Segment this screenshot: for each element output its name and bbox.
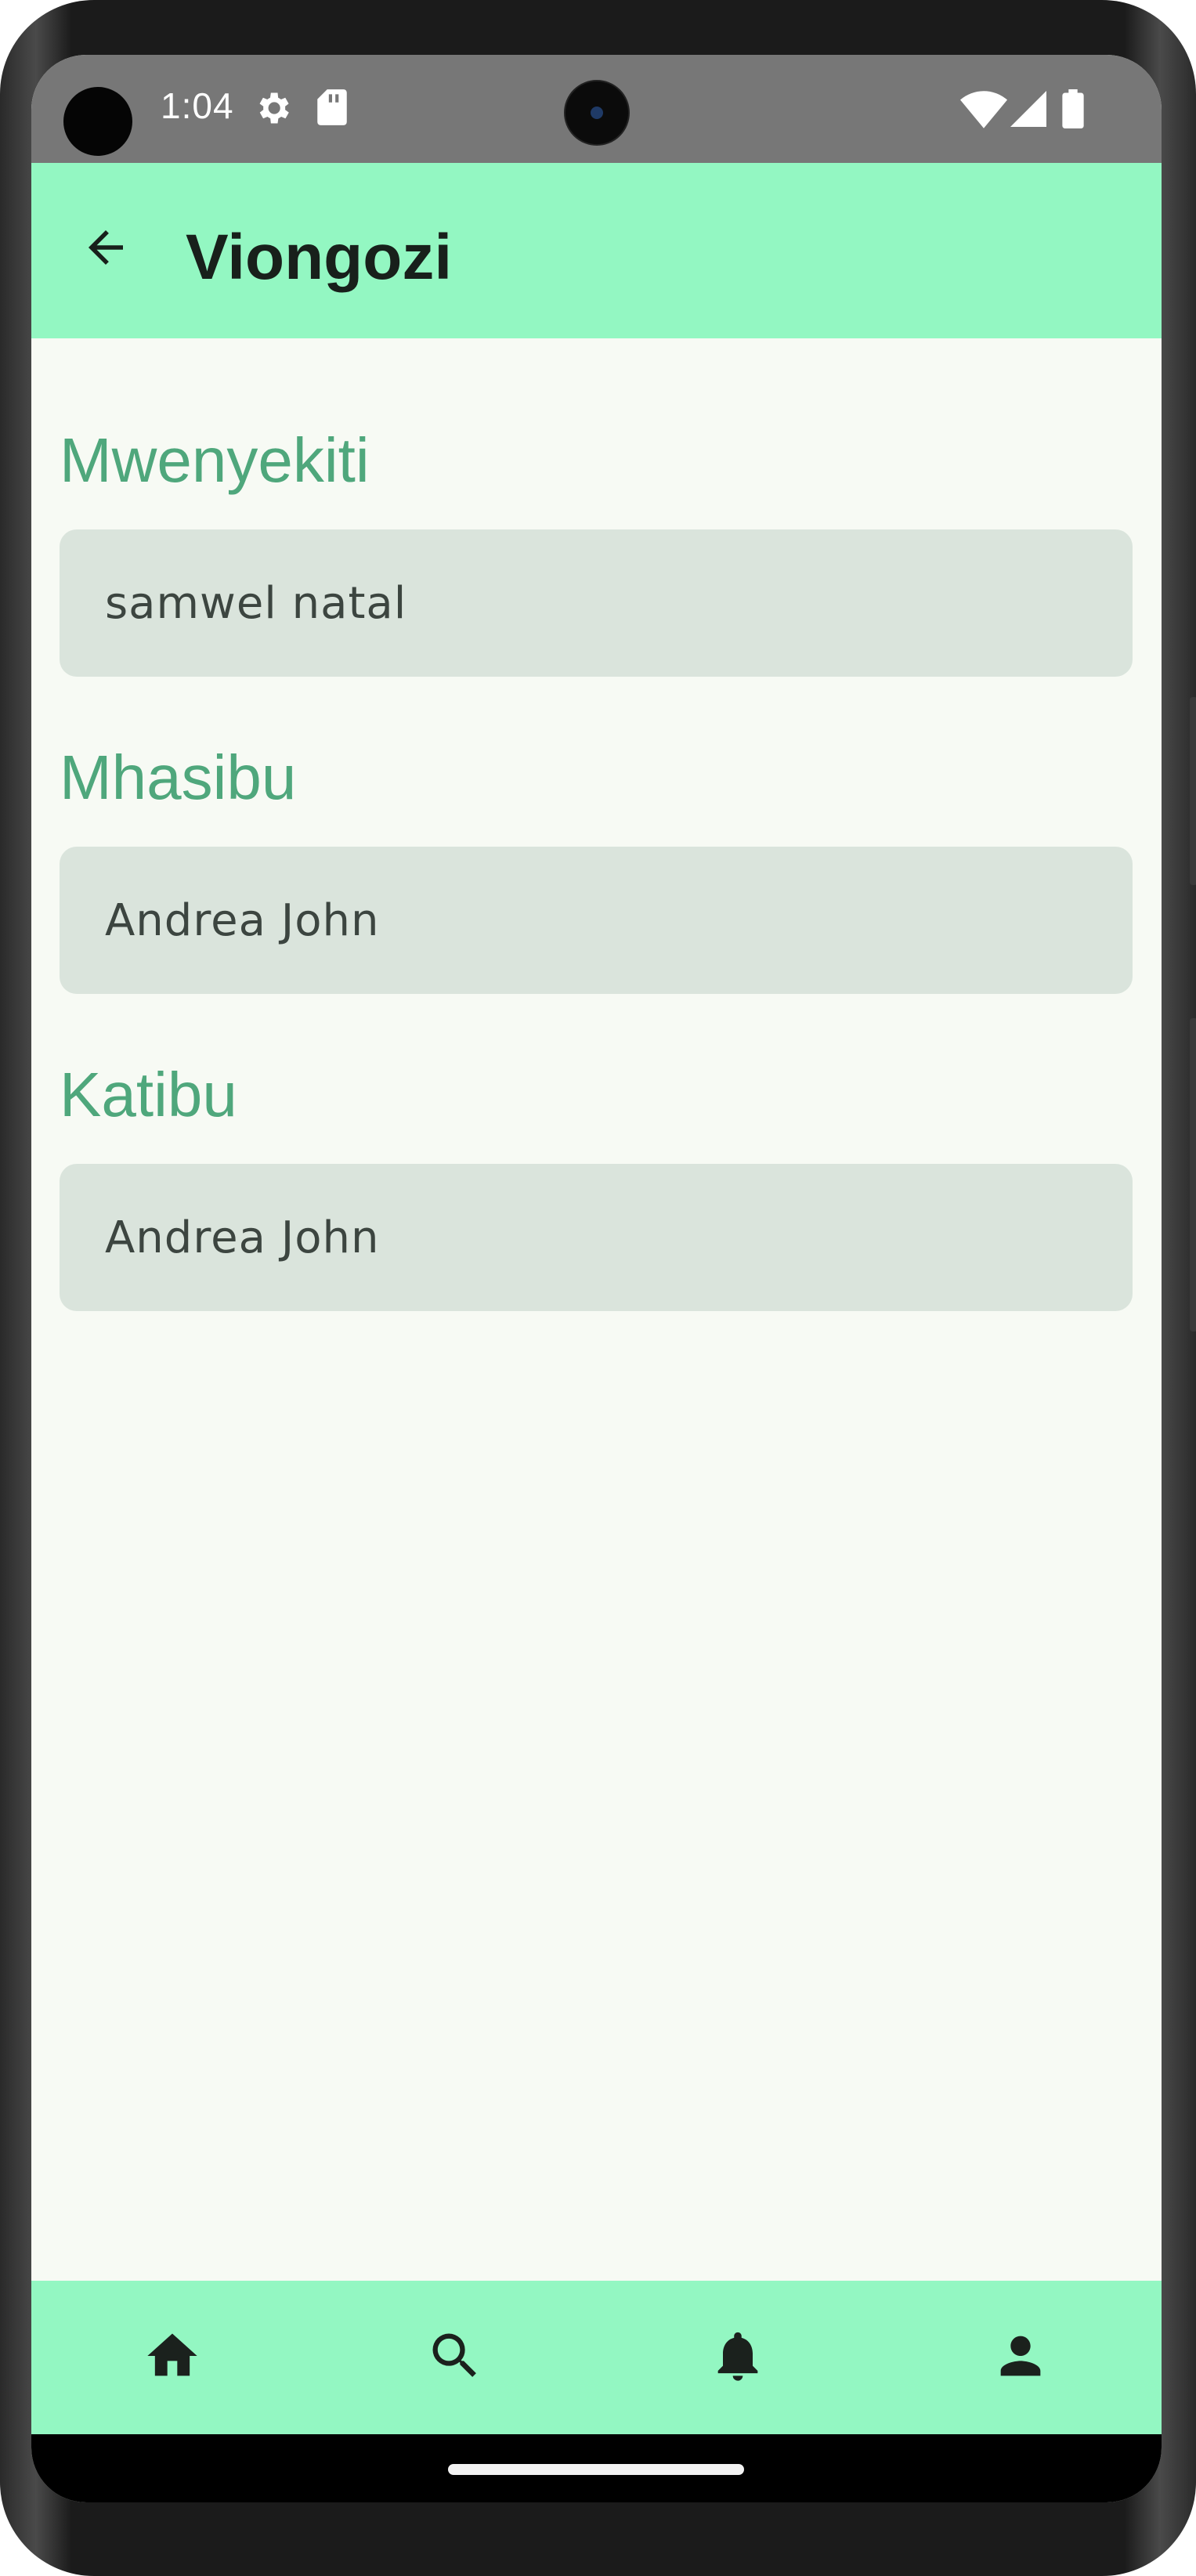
secretary-field[interactable]: Andrea John <box>60 1164 1133 1311</box>
back-button[interactable] <box>74 218 137 280</box>
secretary-label: Katibu <box>60 1060 237 1129</box>
battery-icon <box>1062 89 1084 132</box>
phone-frame: 1:04 Viongozi Mwenyekiti samwel natal Mh… <box>0 0 1196 2576</box>
settings-gear-icon <box>252 88 293 132</box>
treasurer-label: Mhasibu <box>60 742 297 812</box>
screen: 1:04 Viongozi Mwenyekiti samwel natal Mh… <box>31 55 1162 2502</box>
nav-home-button[interactable] <box>102 2287 243 2428</box>
front-camera <box>564 80 630 146</box>
arrow-back-icon <box>80 222 132 277</box>
camera-cutout <box>63 87 132 156</box>
volume-buttons <box>1190 1018 1196 1331</box>
home-icon <box>143 2326 202 2390</box>
notifications-bell-icon <box>708 2326 768 2390</box>
nav-profile-button[interactable] <box>950 2287 1091 2428</box>
status-bar: 1:04 <box>31 55 1162 163</box>
nav-search-button[interactable] <box>385 2287 526 2428</box>
chairperson-field[interactable]: samwel natal <box>60 529 1133 677</box>
treasurer-field[interactable]: Andrea John <box>60 847 1133 994</box>
app-bar: Viongozi <box>31 163 1162 338</box>
home-gesture-handle[interactable] <box>448 2464 744 2475</box>
chairperson-label: Mwenyekiti <box>60 425 370 495</box>
page-title: Viongozi <box>186 222 453 293</box>
bottom-navigation <box>31 2281 1162 2434</box>
sd-card-icon <box>315 88 349 131</box>
nav-notifications-button[interactable] <box>667 2287 808 2428</box>
system-gesture-area <box>31 2434 1162 2502</box>
search-icon <box>425 2326 485 2390</box>
status-time: 1:04 <box>161 85 234 126</box>
person-icon <box>991 2326 1050 2390</box>
power-button <box>1190 697 1196 885</box>
cell-signal-icon <box>1010 91 1046 131</box>
wifi-icon <box>960 91 1007 132</box>
